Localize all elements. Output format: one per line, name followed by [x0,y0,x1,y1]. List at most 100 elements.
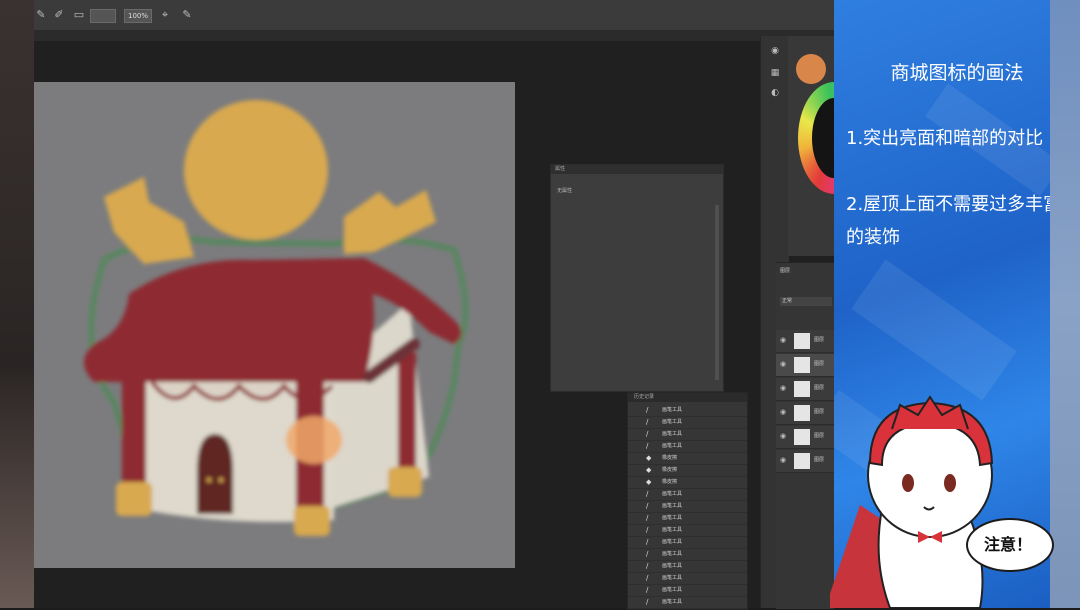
layer-name: 图层 [814,433,825,439]
history-row-label: 画笔工具 [662,491,683,497]
brush-tool-icon: / [646,538,649,546]
layer-name: 图层 [814,385,825,391]
no-properties-text: 无属性 [557,188,573,194]
layer-thumbnail [794,381,810,397]
history-row-label: 画笔工具 [662,515,683,521]
eye-icon[interactable]: ◉ [780,384,786,392]
layer-name: 图层 [814,457,825,463]
brush-tool-icon: / [646,562,649,570]
blend-mode-select[interactable]: 正常 [780,297,832,306]
layer-thumbnail [794,333,810,349]
history-row-label: 画笔工具 [662,431,683,437]
history-row-label: 橡皮擦 [662,455,678,461]
properties-panel-title[interactable]: 属性 [551,165,723,174]
layer-thumbnail [794,429,810,445]
document-tab-strip [34,31,834,41]
tutorial-point-2: 2.屋顶上面不需要过多丰富的装饰 [846,194,1062,248]
history-row[interactable]: / 画笔工具 [628,417,747,429]
brush-tool-icon: / [646,430,649,438]
color-panel-icon[interactable]: ◉ [769,46,781,58]
layer-row[interactable]: ◉ 图层 [776,450,834,473]
brush-tool-icon: / [646,406,649,414]
brush-preset-icon[interactable]: ✎ [34,8,48,22]
window-edge-right [1050,0,1080,608]
pressure-icon[interactable]: ⌖ [158,8,172,22]
layer-row-selected[interactable]: ◉ 图层 [776,354,834,377]
eraser-tool-icon: ◆ [646,466,652,474]
history-row-label: 画笔工具 [662,587,683,593]
mascot-character [830,395,994,608]
history-row[interactable]: ◆ 橡皮擦 [628,465,747,477]
adjust-panel-icon[interactable]: ◐ [769,88,781,100]
pen-pressure-icon[interactable]: ✎ [180,8,194,22]
layer-row[interactable]: ◉ 图层 [776,330,834,353]
history-row[interactable]: / 画笔工具 [628,573,747,585]
eraser-tool-icon: ◆ [646,478,652,486]
history-row[interactable]: / 画笔工具 [628,525,747,537]
history-row-label: 画笔工具 [662,539,683,545]
brush-tool-icon: / [646,514,649,522]
layer-name: 图层 [814,361,825,367]
history-row-label: 橡皮擦 [662,479,678,485]
history-row-label: 画笔工具 [662,443,683,449]
history-row-label: 画笔工具 [662,407,683,413]
history-row[interactable]: / 画笔工具 [628,549,747,561]
history-row[interactable]: ◆ 橡皮擦 [628,453,747,465]
history-row[interactable]: / 画笔工具 [628,585,747,597]
history-row-label: 画笔工具 [662,575,683,581]
layer-row[interactable]: ◉ 图层 [776,426,834,449]
tool-options-bar: ✎ ✐ ▭ 100% ⌖ ✎ [34,0,834,31]
history-row[interactable]: / 画笔工具 [628,501,747,513]
layer-thumbnail [794,405,810,421]
history-row[interactable]: / 画笔工具 [628,405,747,417]
eye-icon[interactable]: ◉ [780,432,786,440]
history-row-label: 橡皮擦 [662,467,678,473]
layers-tab[interactable]: 图层 [780,267,790,274]
opacity-field[interactable] [90,9,116,23]
tutorial-point-1: 1.突出亮面和暗部的对比 [846,128,1044,149]
tutorial-title: 商城图标的画法 [890,62,1024,84]
brush-tool-icon: / [646,586,649,594]
bg-shard [851,259,1017,401]
brush-tool-icon: / [646,502,649,510]
eye-icon[interactable]: ◉ [780,336,786,344]
history-row[interactable]: / 画笔工具 [628,429,747,441]
layer-name: 图层 [814,409,825,415]
speech-bubble-text: 注意！ [983,535,1032,554]
history-row-label: 画笔工具 [662,551,683,557]
brush-tool-icon: / [646,442,649,450]
history-row[interactable]: ◆ 橡皮擦 [628,477,747,489]
history-row[interactable]: / 画笔工具 [628,441,747,453]
history-row[interactable]: / 画笔工具 [628,561,747,573]
canvas[interactable] [34,82,515,568]
history-panel-title[interactable]: 历史记录 [628,393,747,402]
layer-thumbnail [794,453,810,469]
layer-row[interactable]: ◉ 图层 [776,378,834,401]
brush-tool-icon: / [646,418,649,426]
brush-tool-icon: / [646,574,649,582]
eye-icon[interactable]: ◉ [780,360,786,368]
history-panel: 历史记录 / 画笔工具 / 画笔工具 / 画笔工具 / 画笔工具 ◆ 橡皮擦 ◆ 橡皮擦 ◆… [627,392,748,610]
history-row[interactable]: / 画笔工具 [628,537,747,549]
history-row-label: 画笔工具 [662,599,683,605]
history-row-label: 画笔工具 [662,527,683,533]
eye-icon[interactable]: ◉ [780,408,786,416]
mode-icon[interactable]: ▭ [72,8,86,22]
brush-tool-icon: / [646,550,649,558]
brush-settings-icon[interactable]: ✐ [52,8,66,22]
properties-scrollbar[interactable] [715,205,719,380]
foreground-color-swatch[interactable] [796,54,826,84]
history-row-label: 画笔工具 [662,419,683,425]
brush-tool-icon: / [646,490,649,498]
airbrush-icon[interactable] [126,0,140,13]
history-row[interactable]: / 画笔工具 [628,597,747,609]
history-row[interactable]: / 画笔工具 [628,489,747,501]
house-icon-drawing [84,100,469,536]
history-row-label: 画笔工具 [662,503,683,509]
brush-tool-icon: / [646,598,649,606]
layer-row[interactable]: ◉ 图层 [776,402,834,425]
history-row[interactable]: / 画笔工具 [628,513,747,525]
history-row-label: 画笔工具 [662,563,683,569]
swatches-panel-icon[interactable]: ▦ [769,68,781,80]
eye-icon[interactable]: ◉ [780,456,786,464]
